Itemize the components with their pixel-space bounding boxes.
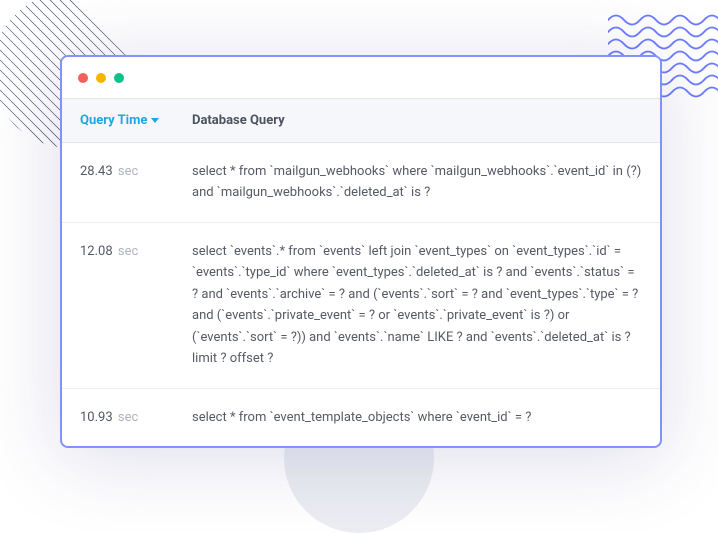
table-row: 12.08 sec select `events`.* from `events… [62, 223, 660, 389]
sort-descending-icon [151, 118, 159, 123]
time-unit: sec [118, 244, 138, 259]
time-value: 10.93 [80, 410, 113, 425]
query-time-cell: 12.08 sec [80, 241, 192, 370]
column-header-query-time[interactable]: Query Time [80, 113, 192, 128]
minimize-icon[interactable] [96, 73, 106, 83]
database-query-label: Database Query [192, 113, 285, 128]
table-row: 28.43 sec select * from `mailgun_webhook… [62, 143, 660, 223]
query-cell: select * from `event_template_objects` w… [192, 407, 642, 428]
time-unit: sec [118, 410, 138, 425]
time-value: 12.08 [80, 244, 113, 259]
query-cell: select * from `mailgun_webhooks` where `… [192, 161, 642, 204]
table-row: 10.93 sec select * from `event_template_… [62, 389, 660, 446]
time-unit: sec [118, 164, 138, 179]
table-header: Query Time Database Query [62, 99, 660, 143]
time-value: 28.43 [80, 164, 113, 179]
query-cell: select `events`.* from `events` left joi… [192, 241, 642, 370]
query-time-label: Query Time [80, 113, 147, 128]
maximize-icon[interactable] [114, 73, 124, 83]
close-icon[interactable] [78, 73, 88, 83]
query-time-cell: 28.43 sec [80, 161, 192, 204]
window-titlebar [62, 57, 660, 99]
query-window: Query Time Database Query 28.43 sec sele… [60, 55, 662, 448]
column-header-database-query[interactable]: Database Query [192, 113, 642, 128]
query-time-cell: 10.93 sec [80, 407, 192, 428]
